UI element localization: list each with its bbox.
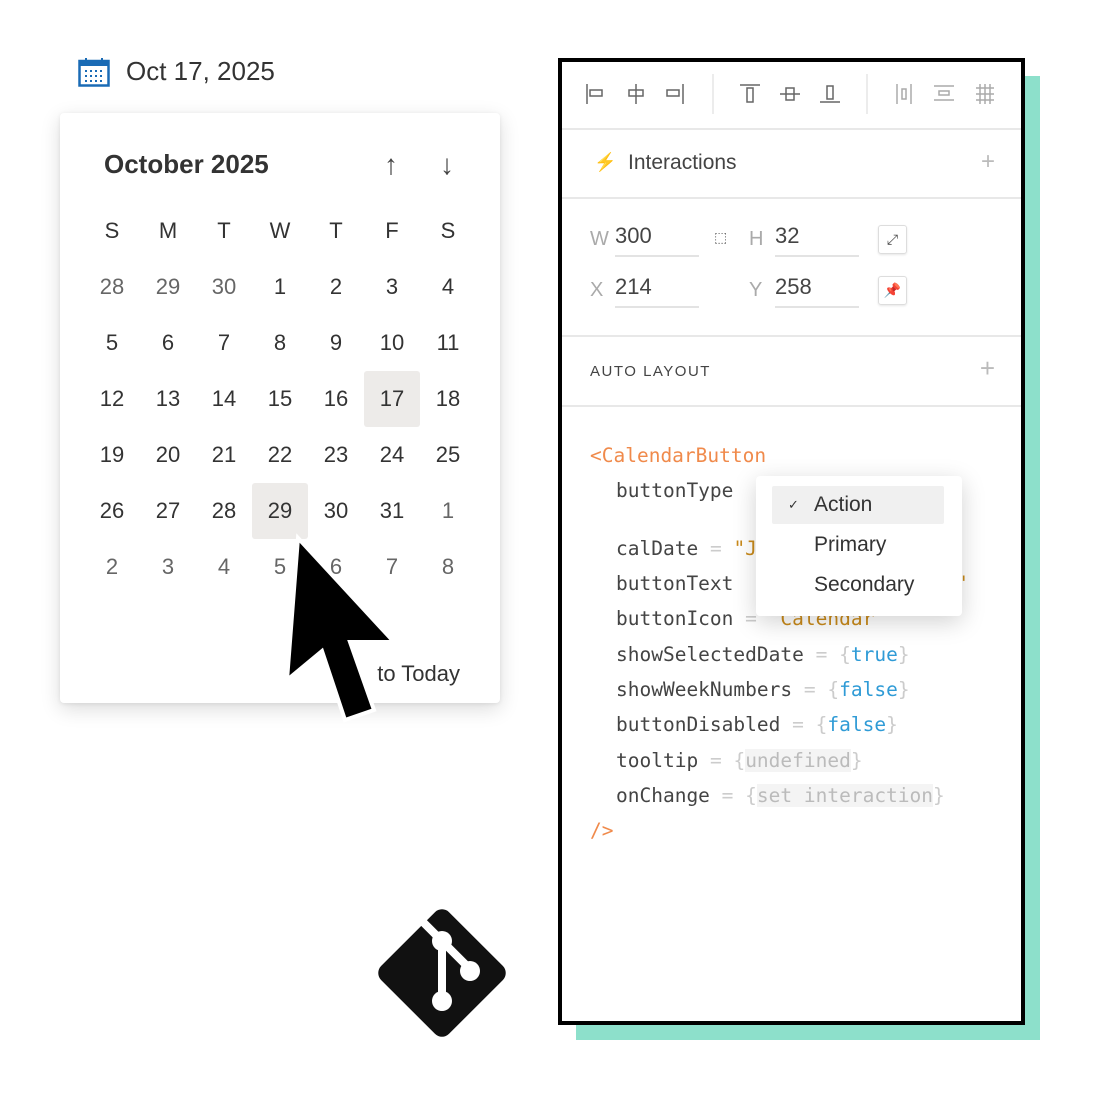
x-label: X: [590, 279, 604, 301]
interactions-label: Interactions: [628, 151, 737, 174]
git-logo-icon: [378, 909, 506, 1037]
calendar-icon: [78, 57, 110, 87]
prop-buttonType: buttonType: [616, 479, 734, 502]
prop-showWeekNumbers: showWeekNumbers = {false}: [616, 678, 910, 701]
calendar-day[interactable]: 19: [84, 427, 140, 483]
calendar-day[interactable]: 5: [84, 315, 140, 371]
prop-buttonText: buttonText: [616, 572, 734, 595]
calendar-day[interactable]: 10: [364, 315, 420, 371]
code-open-tag: <CalendarButton: [590, 444, 767, 467]
weekday-header: W: [269, 218, 291, 243]
weekday-header: S: [104, 218, 120, 243]
add-auto-layout-button[interactable]: +: [980, 353, 995, 384]
calendar-day[interactable]: 22: [252, 427, 308, 483]
mouse-cursor-icon: [284, 533, 399, 723]
button-type-dropdown: ✓ Action Primary Secondary: [756, 476, 962, 616]
align-middle-icon[interactable]: [780, 87, 800, 101]
align-left-icon[interactable]: [586, 84, 603, 104]
calendar-day[interactable]: 15: [252, 371, 308, 427]
calendar-day[interactable]: 17: [364, 371, 420, 427]
distribute-vertical-icon[interactable]: [934, 85, 954, 101]
calendar-day[interactable]: 29: [140, 259, 196, 315]
calendar-day[interactable]: 7: [196, 315, 252, 371]
width-input[interactable]: 300: [615, 223, 699, 257]
calendar-day[interactable]: 2: [84, 539, 140, 595]
calendar-day[interactable]: 20: [140, 427, 196, 483]
calendar-day[interactable]: 13: [140, 371, 196, 427]
dropdown-option-primary[interactable]: Primary: [772, 526, 944, 564]
calendar-day[interactable]: 9: [308, 315, 364, 371]
alignment-toolbar: [562, 62, 1021, 130]
previous-month-button[interactable]: ↑: [376, 149, 406, 181]
properties-panel: ⚡ Interactions + W 300 ⬚ H 32 ⤢ X 214 Y …: [558, 58, 1025, 1025]
distribute-horizontal-icon[interactable]: [896, 84, 912, 104]
prop-onChange: onChange = {set interaction}: [616, 784, 945, 807]
next-month-button[interactable]: ↓: [432, 149, 462, 181]
auto-layout-section: AUTO LAYOUT +: [562, 337, 1021, 407]
calendar-day[interactable]: 12: [84, 371, 140, 427]
calendar-day[interactable]: 4: [420, 259, 476, 315]
calendar-day[interactable]: 8: [252, 315, 308, 371]
date-picker-button[interactable]: Oct 17, 2025: [78, 56, 275, 87]
x-input[interactable]: 214: [615, 274, 699, 308]
prop-tooltip: tooltip = {undefined}: [616, 749, 863, 772]
calendar-day[interactable]: 6: [140, 315, 196, 371]
prop-showSelectedDate: showSelectedDate = {true}: [616, 643, 910, 666]
align-bottom-icon[interactable]: [820, 85, 840, 103]
calendar-day[interactable]: 11: [420, 315, 476, 371]
tidy-grid-icon[interactable]: [976, 84, 994, 104]
code-close-tag: />: [590, 819, 614, 842]
onChange-value[interactable]: set interaction: [756, 784, 934, 807]
calendar-day[interactable]: 30: [196, 259, 252, 315]
calendar-day[interactable]: 28: [84, 259, 140, 315]
calendar-day[interactable]: 18: [420, 371, 476, 427]
weekday-header: S: [440, 218, 456, 243]
calendar-day[interactable]: 1: [420, 483, 476, 539]
dropdown-option-action[interactable]: ✓ Action: [772, 486, 944, 524]
align-center-horizontal-icon[interactable]: [628, 84, 644, 104]
y-label: Y: [749, 279, 763, 301]
auto-layout-label: AUTO LAYOUT: [590, 363, 711, 380]
calendar-day[interactable]: 24: [364, 427, 420, 483]
interactions-section: ⚡ Interactions +: [562, 130, 1021, 199]
calendar-day[interactable]: 4: [196, 539, 252, 595]
height-input[interactable]: 32: [775, 223, 859, 257]
dropdown-option-secondary[interactable]: Secondary: [772, 566, 944, 604]
tooltip-value[interactable]: undefined: [745, 749, 851, 772]
calendar-day[interactable]: 16: [308, 371, 364, 427]
calendar-day[interactable]: 1: [252, 259, 308, 315]
calendar-day[interactable]: 26: [84, 483, 140, 539]
month-title: October 2025: [104, 149, 269, 179]
constrain-proportions-icon[interactable]: ⬚: [714, 229, 727, 246]
calendar-day[interactable]: 28: [196, 483, 252, 539]
weekday-header: T: [329, 218, 343, 243]
calendar-day[interactable]: 25: [420, 427, 476, 483]
lightning-icon: ⚡: [594, 152, 617, 172]
resize-to-fit-button[interactable]: ⤢: [878, 225, 907, 254]
check-icon: ✓: [788, 497, 799, 512]
calendar-day[interactable]: 14: [196, 371, 252, 427]
selected-date-text: Oct 17, 2025: [126, 56, 275, 86]
calendar-day[interactable]: 23: [308, 427, 364, 483]
align-top-icon[interactable]: [740, 84, 760, 103]
width-label: W: [590, 228, 609, 250]
calendar-day[interactable]: 3: [140, 539, 196, 595]
calendar-day[interactable]: 21: [196, 427, 252, 483]
weekday-header: T: [217, 218, 231, 243]
calendar-day[interactable]: 27: [140, 483, 196, 539]
y-input[interactable]: 258: [775, 274, 859, 308]
prop-buttonDisabled: buttonDisabled = {false}: [616, 713, 898, 736]
weekday-header: F: [385, 218, 399, 243]
calendar-day[interactable]: 2: [308, 259, 364, 315]
prop-calDate: calDate = "J: [616, 537, 757, 560]
height-label: H: [749, 228, 764, 250]
dimensions-section: W 300 ⬚ H 32 ⤢ X 214 Y 258 📌: [562, 199, 1021, 337]
add-interaction-button[interactable]: +: [981, 148, 995, 176]
align-right-icon[interactable]: [666, 84, 684, 104]
pin-button[interactable]: 📌: [878, 276, 907, 305]
calendar-day[interactable]: 8: [420, 539, 476, 595]
calendar-day[interactable]: 3: [364, 259, 420, 315]
weekday-header: M: [158, 218, 178, 243]
